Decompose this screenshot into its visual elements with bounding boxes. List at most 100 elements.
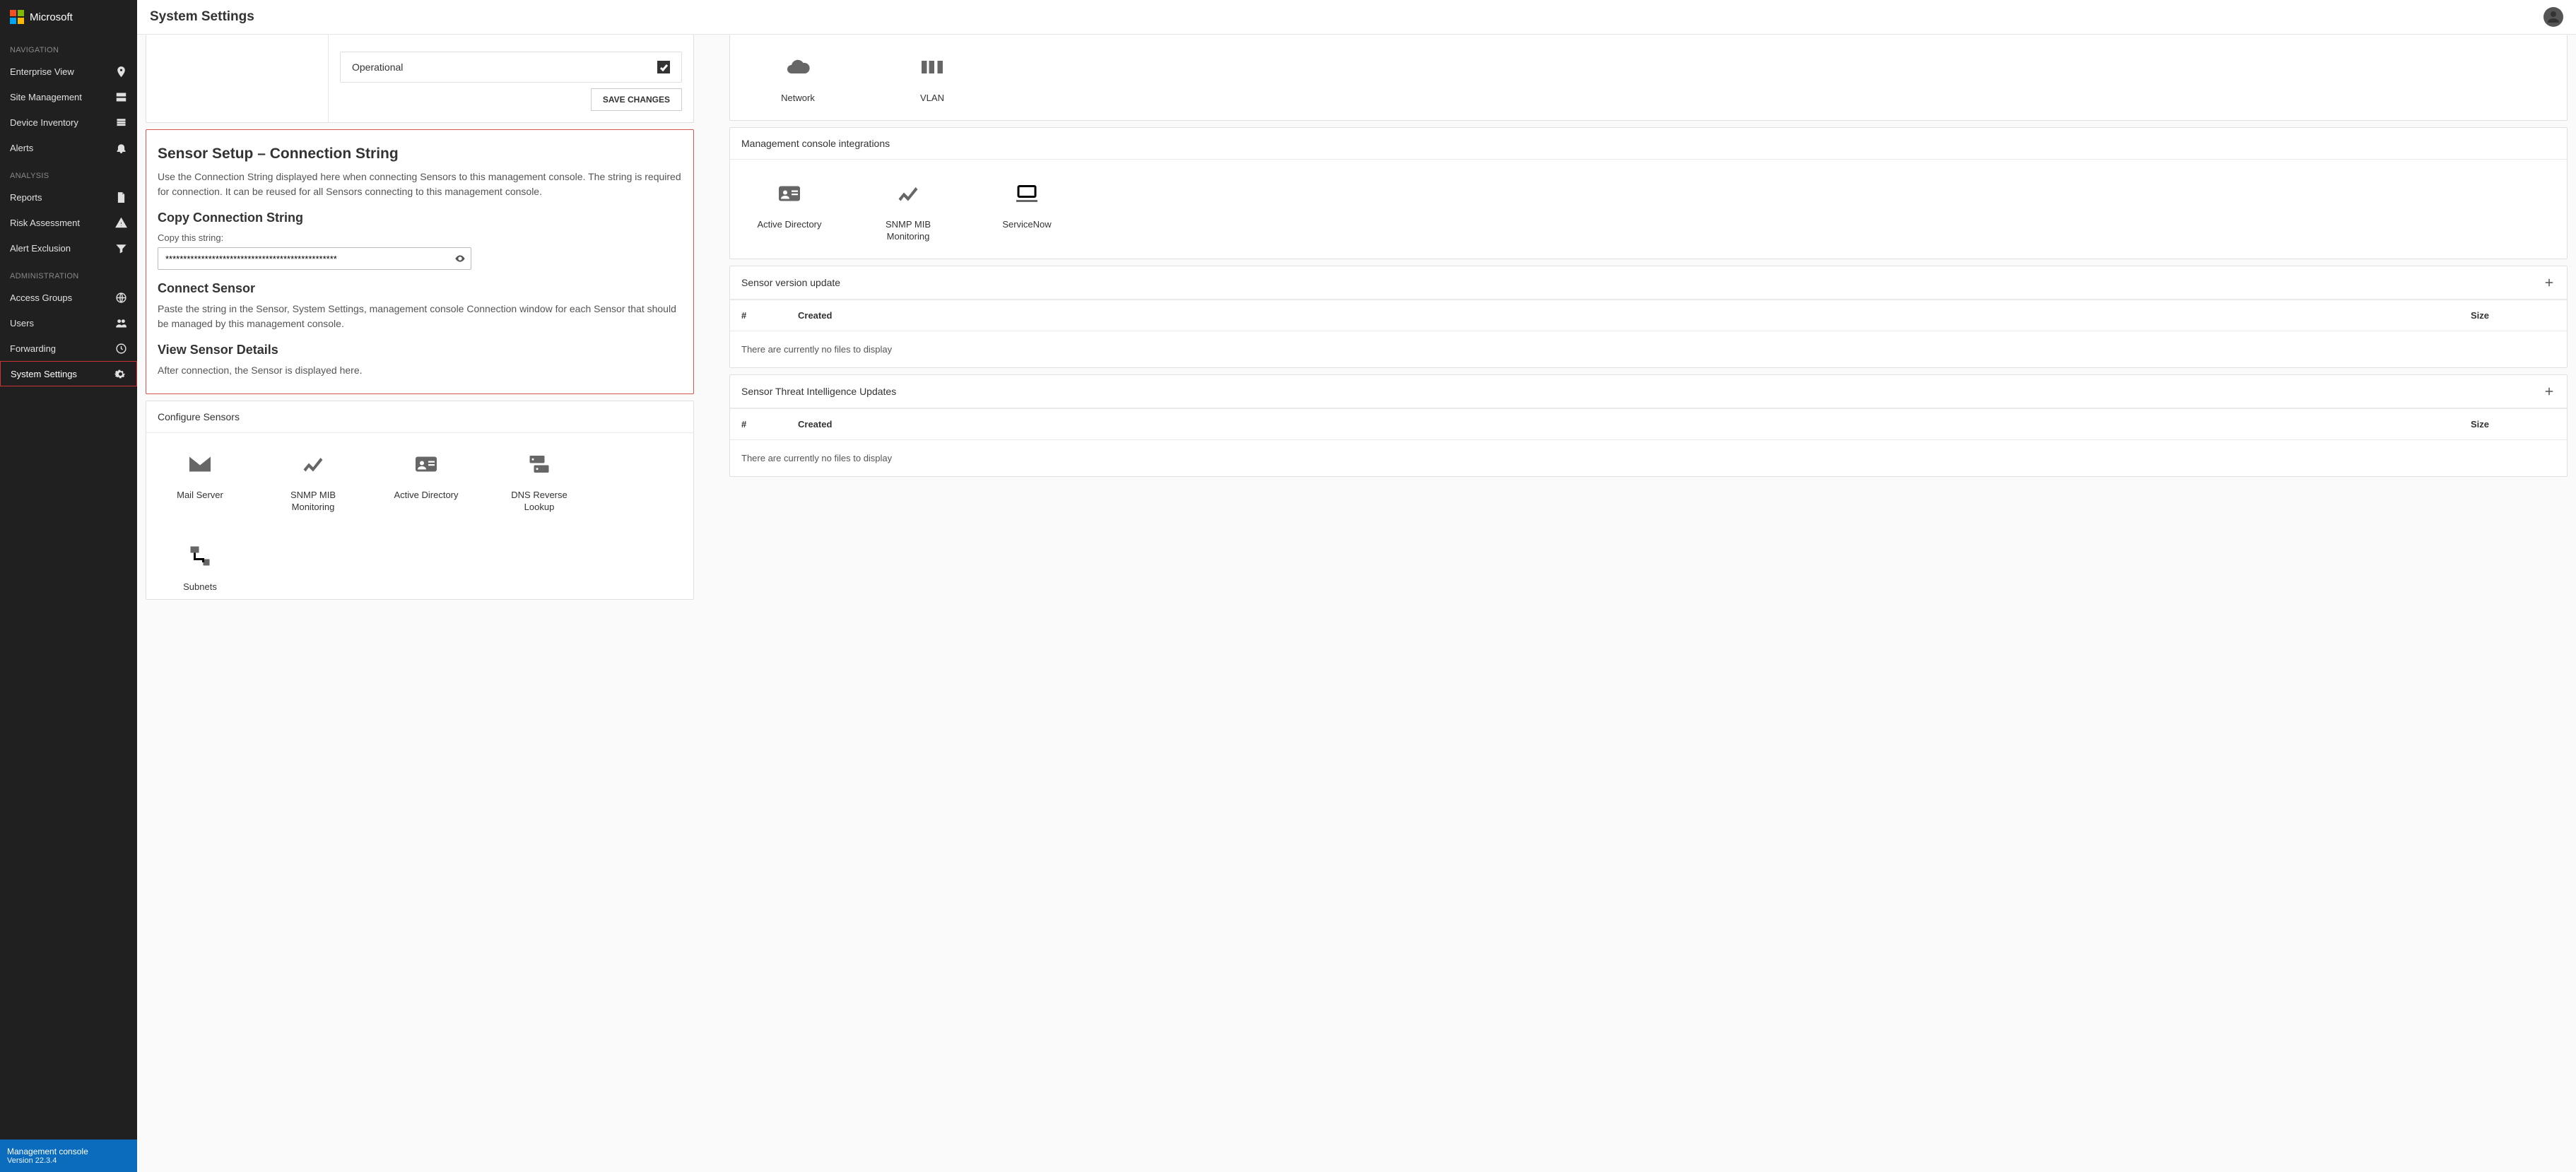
sidebar-item-device-inventory[interactable]: Device Inventory (0, 109, 137, 135)
sidebar-item-alert-exclusion[interactable]: Alert Exclusion (0, 235, 137, 261)
tile-label: Mail Server (177, 490, 223, 502)
gear-icon (114, 367, 127, 380)
user-avatar[interactable] (2543, 7, 2563, 27)
brand-text: Microsoft (30, 11, 73, 23)
check-icon (659, 62, 669, 72)
tile-label: Active Directory (757, 219, 821, 231)
sensor-threat-title: Sensor Threat Intelligence Updates (741, 386, 896, 397)
card-network-vlan: Network VLAN (729, 35, 2568, 121)
card-sensor-threat: Sensor Threat Intelligence Updates # Cre… (729, 374, 2568, 477)
tile-vlan[interactable]: VLAN (890, 53, 975, 105)
microsoft-logo-icon (10, 10, 24, 24)
add-version-button[interactable] (2543, 276, 2556, 289)
sidebar-section-label: ADMINISTRATION (0, 261, 137, 285)
connection-string-input[interactable] (158, 254, 449, 264)
tile-subnets[interactable]: Subnets (158, 542, 242, 593)
tile-label: SNMP MIB Monitoring (866, 219, 951, 243)
tile-snmp-mib-monitoring[interactable]: SNMP MIB Monitoring (866, 179, 951, 243)
trend-icon (891, 179, 925, 208)
bell-icon (114, 141, 127, 154)
page-title: System Settings (137, 9, 2543, 25)
dns-icon (522, 450, 556, 478)
vlan-icon (915, 53, 949, 81)
card-operational: Operational SAVE CHANGES (146, 35, 694, 123)
view-sensor-desc: After connection, the Sensor is displaye… (158, 363, 682, 378)
integrations-tiles: Active Directory SNMP MIB Monitoring Servi… (730, 160, 2567, 259)
col-number: # (741, 419, 798, 430)
left-column: Operational SAVE CHANGES Sensor Setup – … (137, 35, 702, 1172)
threat-empty: There are currently no files to display (730, 440, 2567, 476)
sidebar-footer: Management console Version 22.3.4 (0, 1140, 137, 1172)
sensor-setup-desc: Use the Connection String displayed here… (158, 170, 682, 199)
sidebar-item-reports[interactable]: Reports (0, 184, 137, 210)
mail-icon (183, 450, 217, 478)
warning-icon (114, 216, 127, 229)
tile-active-directory[interactable]: Active Directory (747, 179, 832, 243)
tile-network[interactable]: Network (755, 53, 840, 105)
sidebar-item-label: Alert Exclusion (10, 243, 71, 254)
sidebar-section-label: NAVIGATION (0, 35, 137, 59)
people-icon (114, 316, 127, 329)
sidebar-item-risk-assessment[interactable]: Risk Assessment (0, 210, 137, 235)
tile-dns-reverse-lookup[interactable]: DNS Reverse Lookup (497, 450, 582, 514)
tile-label: ServiceNow (1002, 219, 1051, 231)
tile-mail-server[interactable]: Mail Server (158, 450, 242, 514)
sidebar-item-label: Site Management (10, 92, 82, 102)
sidebar-item-enterprise-view[interactable]: Enterprise View (0, 59, 137, 84)
tile-label: SNMP MIB Monitoring (271, 490, 355, 514)
trend-icon (296, 450, 330, 478)
operational-checkbox[interactable] (657, 61, 670, 73)
col-number: # (741, 310, 798, 321)
tile-active-directory[interactable]: Active Directory (384, 450, 469, 514)
configure-sensors-tiles: Mail Server SNMP MIB Monitoring Active Dir… (146, 433, 693, 599)
col-size: Size (2471, 419, 2556, 430)
reveal-button[interactable] (449, 253, 471, 264)
add-threat-button[interactable] (2543, 385, 2556, 398)
tile-label: VLAN (920, 93, 944, 105)
card-left-spacer (146, 35, 329, 122)
server-icon (114, 90, 127, 103)
sidebar-item-forwarding[interactable]: Forwarding (0, 336, 137, 361)
idcard-icon (409, 450, 443, 478)
card-sensor-setup: Sensor Setup – Connection String Use the… (146, 129, 694, 394)
sidebar-item-label: Access Groups (10, 292, 72, 303)
connection-string-field (158, 247, 471, 270)
sidebar: NAVIGATION Enterprise View Site Management… (0, 35, 137, 1172)
content-area: Operational SAVE CHANGES Sensor Setup – … (137, 35, 2576, 1172)
footer-version: Version 22.3.4 (7, 1156, 130, 1165)
sensor-version-title: Sensor version update (741, 277, 840, 288)
card-integrations: Management console integrations Active D… (729, 127, 2568, 259)
sidebar-item-label: Alerts (10, 143, 33, 153)
sidebar-item-label: Forwarding (10, 343, 56, 354)
sidebar-item-alerts[interactable]: Alerts (0, 135, 137, 160)
card-configure-sensors: Configure Sensors Mail ServerSNMP MIB Mo… (146, 401, 694, 600)
sidebar-item-system-settings[interactable]: System Settings (0, 361, 137, 386)
sidebar-item-label: Users (10, 318, 34, 328)
operational-row: Operational (340, 52, 682, 83)
tile-label: Network (781, 93, 815, 105)
version-table-head: # Created Size (730, 300, 2567, 331)
sidebar-item-label: Reports (10, 192, 42, 203)
copy-conn-title: Copy Connection String (158, 211, 682, 225)
subnets-icon (183, 542, 217, 570)
pin-icon (114, 65, 127, 78)
sidebar-item-label: Device Inventory (10, 117, 78, 128)
version-empty: There are currently no files to display (730, 331, 2567, 367)
save-changes-button[interactable]: SAVE CHANGES (591, 88, 682, 111)
sidebar-item-users[interactable]: Users (0, 310, 137, 336)
col-size: Size (2471, 310, 2556, 321)
tile-snmp-mib-monitoring[interactable]: SNMP MIB Monitoring (271, 450, 355, 514)
sidebar-item-site-management[interactable]: Site Management (0, 84, 137, 109)
eye-icon (454, 253, 466, 264)
clock-icon (114, 342, 127, 355)
sidebar-item-access-groups[interactable]: Access Groups (0, 285, 137, 310)
col-created: Created (798, 310, 2471, 321)
threat-table-head: # Created Size (730, 408, 2567, 440)
sidebar-item-label: Risk Assessment (10, 218, 80, 228)
tile-label: Active Directory (394, 490, 458, 502)
sidebar-item-label: Enterprise View (10, 66, 74, 77)
right-column: Network VLAN Management console integrati… (702, 35, 2576, 1172)
tile-servicenow[interactable]: ServiceNow (984, 179, 1069, 243)
top-bar: Microsoft System Settings (0, 0, 2576, 35)
operational-label: Operational (352, 61, 403, 73)
